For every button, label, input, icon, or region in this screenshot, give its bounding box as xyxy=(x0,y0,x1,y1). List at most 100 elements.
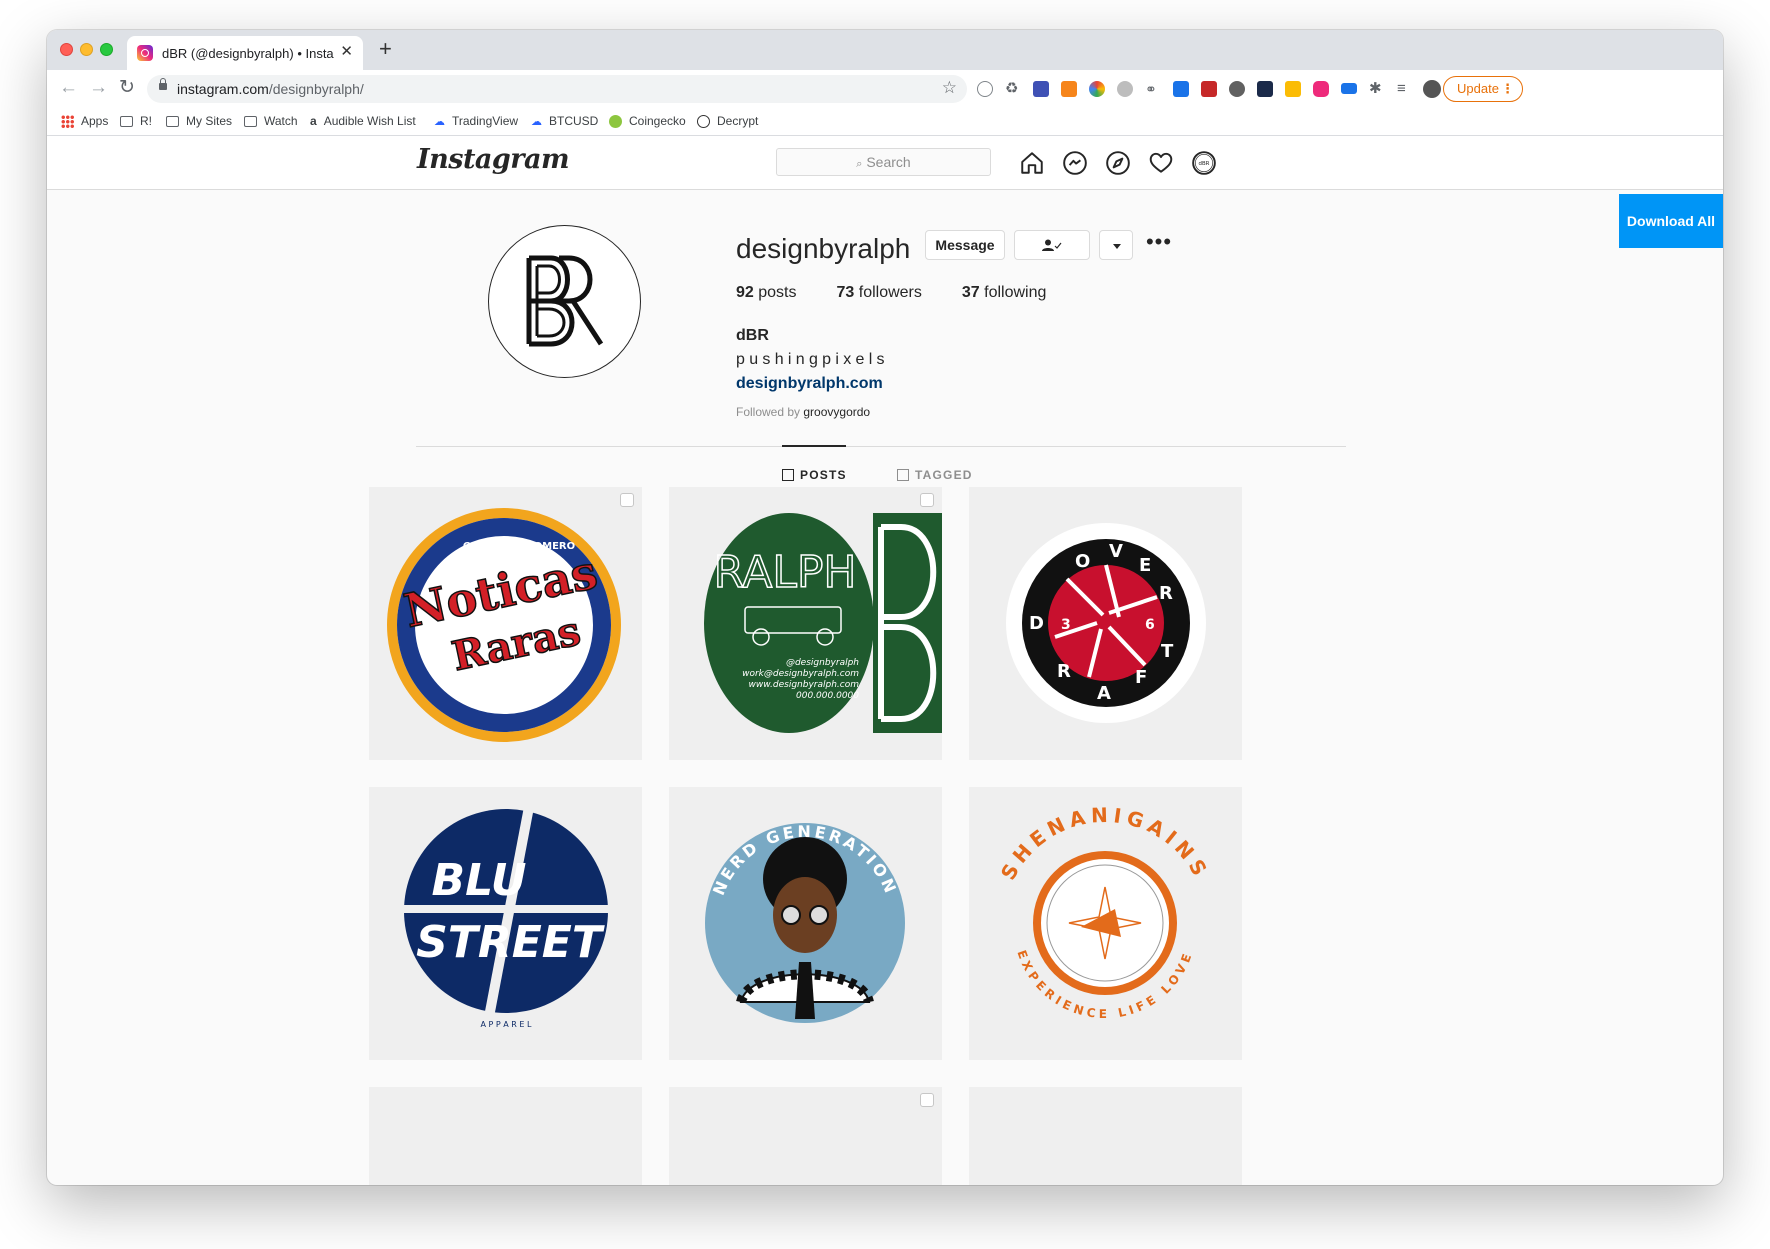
close-tab-icon[interactable]: ✕ xyxy=(340,44,353,60)
profile-avatar-icon[interactable] xyxy=(1423,80,1441,98)
messenger-icon[interactable] xyxy=(1062,150,1088,176)
select-post-checkbox[interactable] xyxy=(920,1093,934,1107)
bio-text: pushingpixels xyxy=(736,351,889,368)
caret-down-icon xyxy=(1113,244,1121,249)
wordpress-extension-icon[interactable] xyxy=(1229,81,1245,97)
svg-text:E: E xyxy=(1139,555,1151,576)
tab-strip: dBR (@designbyralph) • Instag ✕ + xyxy=(47,30,1723,70)
red-extension-icon[interactable] xyxy=(1201,81,1217,97)
download-all-button[interactable]: Download All xyxy=(1619,194,1723,248)
bio-name: dBR xyxy=(736,327,769,344)
select-post-checkbox[interactable] xyxy=(620,493,634,507)
arc-extension-icon[interactable] xyxy=(1257,81,1273,97)
globe-extension-icon[interactable] xyxy=(977,81,993,97)
profile-avatar[interactable] xyxy=(488,225,641,378)
grid-icon xyxy=(782,469,794,481)
bookmark-btcusd[interactable]: ☁ BTCUSD xyxy=(531,114,598,128)
metamask-extension-icon[interactable] xyxy=(1061,81,1077,97)
svg-text:BLU: BLU xyxy=(432,855,527,906)
bookmark-decrypt[interactable]: Decrypt xyxy=(697,114,758,128)
close-window-button[interactable] xyxy=(60,43,73,56)
color-picker-extension-icon[interactable] xyxy=(1089,81,1105,97)
svg-text:A: A xyxy=(1097,683,1111,704)
svg-text:R: R xyxy=(1057,661,1071,682)
svg-text:O: O xyxy=(1075,551,1090,572)
link-extension-icon[interactable]: ⚭ xyxy=(1145,81,1161,97)
svg-text:work@designbyralph.com: work@designbyralph.com xyxy=(742,669,859,679)
reload-icon[interactable]: ↻ xyxy=(119,76,135,100)
bio-website-link[interactable]: designbyralph.com xyxy=(736,375,883,393)
svg-text:6: 6 xyxy=(1145,617,1155,633)
instagram-header: Instagram ⌕ Search dBR xyxy=(47,136,1723,190)
shenanigains-logo-icon: SHENANIGAINS EXPERIENCE LIFE LOVE xyxy=(996,803,1209,1021)
post-shenanigains[interactable]: SHENANIGAINS EXPERIENCE LIFE LOVE xyxy=(969,787,1242,1060)
yellow-extension-icon[interactable] xyxy=(1285,81,1301,97)
profile-icon[interactable]: dBR xyxy=(1191,150,1217,176)
media-queue-icon[interactable]: ≡ xyxy=(1397,81,1413,97)
search-input[interactable]: ⌕ Search xyxy=(776,148,991,176)
instagram-extension-icon[interactable] xyxy=(1313,81,1329,97)
post-blu-street[interactable]: BLU STREET A P P A R E L xyxy=(369,787,642,1060)
select-post-checkbox[interactable] xyxy=(920,493,934,507)
profile-username: designbyralph xyxy=(736,233,911,264)
svg-text:A P P A R E L: A P P A R E L xyxy=(481,1020,532,1029)
post-ralph-card[interactable]: RALPH @designbyralph work@designbyralph.… xyxy=(669,487,942,760)
back-arrow-icon[interactable]: ← xyxy=(59,76,78,100)
bookmark-audible[interactable]: a Audible Wish List xyxy=(310,114,416,128)
heart-icon[interactable] xyxy=(1148,150,1174,176)
post-nerd-generation[interactable]: NERD GENERATION xyxy=(669,787,942,1060)
post-row3-3[interactable] xyxy=(969,1087,1242,1185)
minimize-window-button[interactable] xyxy=(80,43,93,56)
recycle-extension-icon[interactable]: ♻ xyxy=(1005,81,1021,97)
forward-arrow-icon[interactable]: → xyxy=(89,76,108,100)
browser-tab[interactable]: dBR (@designbyralph) • Instag ✕ xyxy=(127,36,363,70)
post-row3-1[interactable] xyxy=(369,1087,642,1185)
following-count[interactable]: 37 following xyxy=(962,284,1047,302)
svg-text:@designbyralph: @designbyralph xyxy=(786,658,859,668)
svg-text:F: F xyxy=(1135,667,1147,688)
tab-tagged[interactable]: TAGGED xyxy=(897,468,973,482)
followed-by-user-link[interactable]: groovygordo xyxy=(803,405,870,419)
instagram-logo[interactable]: Instagram xyxy=(417,144,570,175)
blu-street-logo-icon: BLU STREET A P P A R E L xyxy=(399,806,619,1029)
translate-extension-icon[interactable] xyxy=(1173,81,1189,97)
svg-text:www.designbyralph.com: www.designbyralph.com xyxy=(749,680,860,690)
puzzle-extensions-icon[interactable]: ✱ xyxy=(1369,81,1385,97)
bookmark-watch[interactable]: Watch xyxy=(244,114,298,128)
cloud-extension-icon[interactable] xyxy=(1117,81,1133,97)
zip-extension-icon[interactable] xyxy=(1341,83,1357,94)
home-icon[interactable] xyxy=(1019,150,1045,176)
suggested-dropdown-button[interactable] xyxy=(1099,230,1133,260)
folder-icon xyxy=(244,115,257,127)
more-options-icon[interactable]: ••• xyxy=(1144,230,1174,260)
update-button[interactable]: Update ⋮ xyxy=(1443,76,1523,102)
browser-toolbar: ← → ↻ instagram.com/designbyralph/ ☆ ♻ ⚭… xyxy=(47,70,1723,108)
post-overdraft[interactable]: 3 6 O V E R D R A F T xyxy=(969,487,1242,760)
tabs-divider xyxy=(416,446,1346,447)
explore-icon[interactable] xyxy=(1105,150,1131,176)
bookmark-r[interactable]: R! xyxy=(120,114,152,128)
url-text[interactable]: instagram.com/designbyralph/ xyxy=(177,81,364,97)
new-tab-button[interactable]: + xyxy=(379,38,392,60)
post-row3-2[interactable] xyxy=(669,1087,942,1185)
message-button[interactable]: Message xyxy=(925,230,1005,260)
coingecko-icon xyxy=(609,114,622,128)
followers-count[interactable]: 73 followers xyxy=(837,284,922,302)
noticas-raras-logo-icon: Noticas Raras COCHOVIN ROMERO xyxy=(387,508,621,742)
overdraft-logo-icon: 3 6 O V E R D R A F T xyxy=(1006,523,1206,723)
post-noticas-raras[interactable]: Noticas Raras COCHOVIN ROMERO xyxy=(369,487,642,760)
bookmark-coingecko[interactable]: Coingecko xyxy=(609,114,686,128)
decrypt-icon xyxy=(697,114,710,128)
bookmark-apps[interactable]: Apps xyxy=(61,114,108,128)
tradingview-icon: ☁ xyxy=(531,115,542,128)
bookmark-my-sites[interactable]: My Sites xyxy=(166,114,232,128)
address-bar[interactable]: instagram.com/designbyralph/ ☆ xyxy=(147,75,967,103)
r-extension-icon[interactable] xyxy=(1033,81,1049,97)
bookmark-tradingview[interactable]: ☁ TradingView xyxy=(434,114,518,128)
following-button[interactable] xyxy=(1014,230,1090,260)
tab-posts[interactable]: POSTS xyxy=(782,468,847,482)
bookmark-star-icon[interactable]: ☆ xyxy=(942,78,957,98)
amazon-icon: a xyxy=(310,114,317,128)
svg-text:R: R xyxy=(1159,583,1173,604)
maximize-window-button[interactable] xyxy=(100,43,113,56)
